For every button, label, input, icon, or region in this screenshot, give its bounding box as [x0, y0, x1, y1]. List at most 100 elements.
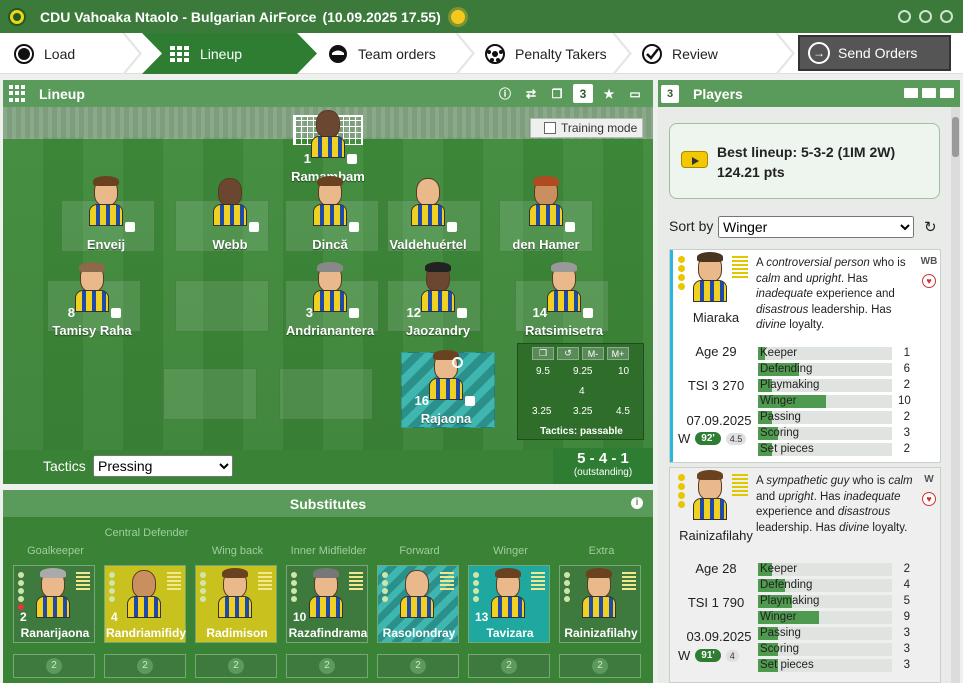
scroll-thumb[interactable]: [952, 117, 959, 157]
refresh-icon[interactable]: ↻: [924, 218, 937, 236]
player-card[interactable]: 8 Tamisy Raha: [37, 262, 147, 338]
sub-category-label: Central Defender: [104, 527, 189, 539]
sub-player-card[interactable]: 4 Randriamifidy: [104, 565, 186, 643]
selected-indicator: [670, 250, 673, 462]
player-card[interactable]: 14 Ratsimisetra: [509, 262, 619, 338]
steps-bar: Load Lineup Team orders Penalty Takers R…: [0, 33, 963, 74]
skill-row: Set pieces 2: [758, 441, 910, 457]
player-name: Miaraka: [692, 310, 740, 325]
step-lineup[interactable]: Lineup: [170, 33, 242, 74]
player-face: [491, 568, 525, 618]
skill-name: Winger: [760, 611, 797, 623]
player-tsi: TSI 1 790: [687, 595, 745, 610]
players-scrollbar[interactable]: [951, 107, 960, 683]
tactics-quality: Tactics: passable: [540, 426, 623, 437]
player-keeper[interactable]: 1 Ramambam: [273, 110, 383, 184]
info-icon[interactable]: i: [631, 497, 643, 509]
match-rating: 4: [725, 649, 739, 662]
sub-slot[interactable]: 2: [195, 654, 277, 678]
sub-player-card[interactable]: 13 Tavizara: [468, 565, 550, 643]
shirt-number-icon[interactable]: 3: [573, 84, 593, 103]
undo-icon[interactable]: ↺: [557, 347, 579, 360]
player-card[interactable]: den Hamer: [491, 176, 601, 252]
sub-slot[interactable]: 2: [286, 654, 368, 678]
sub-slot[interactable]: 2: [13, 654, 95, 678]
player-info-card[interactable]: Rainizafilahy A sympathetic guy who is c…: [669, 467, 941, 683]
minutes-played: 91': [695, 649, 721, 662]
skill-name: Keeper: [760, 347, 798, 359]
substitutes-header: Substitutes i: [3, 490, 653, 517]
settings-icon[interactable]: [898, 10, 911, 23]
swap-icon[interactable]: ⇄: [521, 84, 541, 103]
copy-icon[interactable]: ❐: [547, 84, 567, 103]
step-team-orders[interactable]: Team orders: [328, 33, 436, 74]
play-icon[interactable]: [681, 151, 708, 168]
formation-value: 5 - 4 - 1: [577, 450, 629, 467]
grid-icon: [170, 44, 190, 64]
player-description: A controversial person who is calm and u…: [756, 257, 906, 331]
sub-player-card[interactable]: 10 Razafindrama: [286, 565, 368, 643]
player-name: Rasolondray: [382, 626, 456, 640]
pitch-view-icon[interactable]: ▭: [625, 84, 645, 103]
empty-position-slot[interactable]: [175, 280, 269, 332]
player-card[interactable]: Webb: [175, 178, 285, 252]
coach-icon: [328, 44, 348, 64]
skills-list: Keeper 1 Defending 6 Playmaking 2 Winger 10 Pass…: [758, 345, 911, 457]
player-card[interactable]: Dincă: [275, 176, 385, 252]
skill-row: Scoring 3: [758, 641, 910, 657]
sort-select[interactable]: Winger: [718, 216, 914, 238]
last-match-form: W 92' 4.5: [678, 431, 747, 446]
training-mode-label: Training mode: [561, 121, 638, 135]
empty-position-slot[interactable]: [279, 368, 373, 420]
specialty-icon: [565, 222, 575, 232]
info-icon[interactable]: ⓘ: [495, 84, 515, 103]
sub-slot[interactable]: 2: [104, 654, 186, 678]
step-review[interactable]: Review: [642, 33, 718, 74]
sub-slot[interactable]: 2: [468, 654, 550, 678]
sub-player-card[interactable]: Rainizafilahy: [559, 565, 641, 643]
training-mode-checkbox[interactable]: [544, 122, 556, 134]
copy-lineup-icon[interactable]: ❐: [532, 347, 554, 360]
player-card[interactable]: 3 Andrianantera: [275, 262, 385, 338]
skill-value: 5: [903, 595, 910, 607]
minus-button[interactable]: M-: [582, 347, 604, 360]
match-rating: 4.5: [725, 432, 747, 445]
player-info-card[interactable]: Miaraka A controversial person who is ca…: [669, 249, 941, 463]
player-face: [75, 262, 109, 314]
tactics-select[interactable]: Pressing: [93, 455, 233, 477]
player-name: Razafindrama: [288, 626, 368, 640]
list-view-icon[interactable]: [922, 88, 936, 98]
player-name: Tavizara: [486, 626, 534, 640]
skill-bars: [167, 572, 181, 592]
empty-position-slot[interactable]: [163, 368, 257, 420]
step-penalty-takers[interactable]: Penalty Takers: [485, 33, 607, 74]
training-mode-toggle[interactable]: Training mode: [530, 118, 643, 138]
player-card-selected[interactable]: 16 Rajaona: [391, 350, 501, 426]
star-icon[interactable]: ★: [599, 84, 619, 103]
sub-slot[interactable]: 2: [559, 654, 641, 678]
slot-number: 2: [319, 658, 335, 674]
skill-bars: [622, 572, 636, 592]
close-icon[interactable]: [940, 10, 953, 23]
skill-row: Winger 9: [758, 609, 910, 625]
player-card[interactable]: Enveij: [51, 176, 161, 252]
sub-player-card[interactable]: Rasolondray: [377, 565, 459, 643]
skill-row: Set pieces 3: [758, 657, 910, 673]
sub-player-card[interactable]: Radimison: [195, 565, 277, 643]
record-icon[interactable]: [919, 10, 932, 23]
skill-name: Scoring: [760, 427, 799, 439]
step-load[interactable]: Load: [14, 33, 75, 74]
sub-slot[interactable]: 2: [377, 654, 459, 678]
player-number: 8: [67, 305, 75, 320]
compact-view-icon[interactable]: [940, 88, 954, 98]
send-orders-button[interactable]: → Send Orders: [798, 35, 951, 71]
plus-button[interactable]: M+: [607, 347, 629, 360]
chevron-separator: [455, 33, 475, 74]
sub-player-card[interactable]: 2 Ranarijaona: [13, 565, 95, 643]
skill-bars: [531, 572, 545, 592]
player-name: Ratsimisetra: [524, 323, 604, 338]
player-card[interactable]: 12 Jaozandry: [383, 262, 493, 338]
player-card[interactable]: Valdehuértel: [373, 178, 483, 252]
card-view-icon[interactable]: [904, 88, 918, 98]
player-number: 1: [303, 151, 311, 166]
